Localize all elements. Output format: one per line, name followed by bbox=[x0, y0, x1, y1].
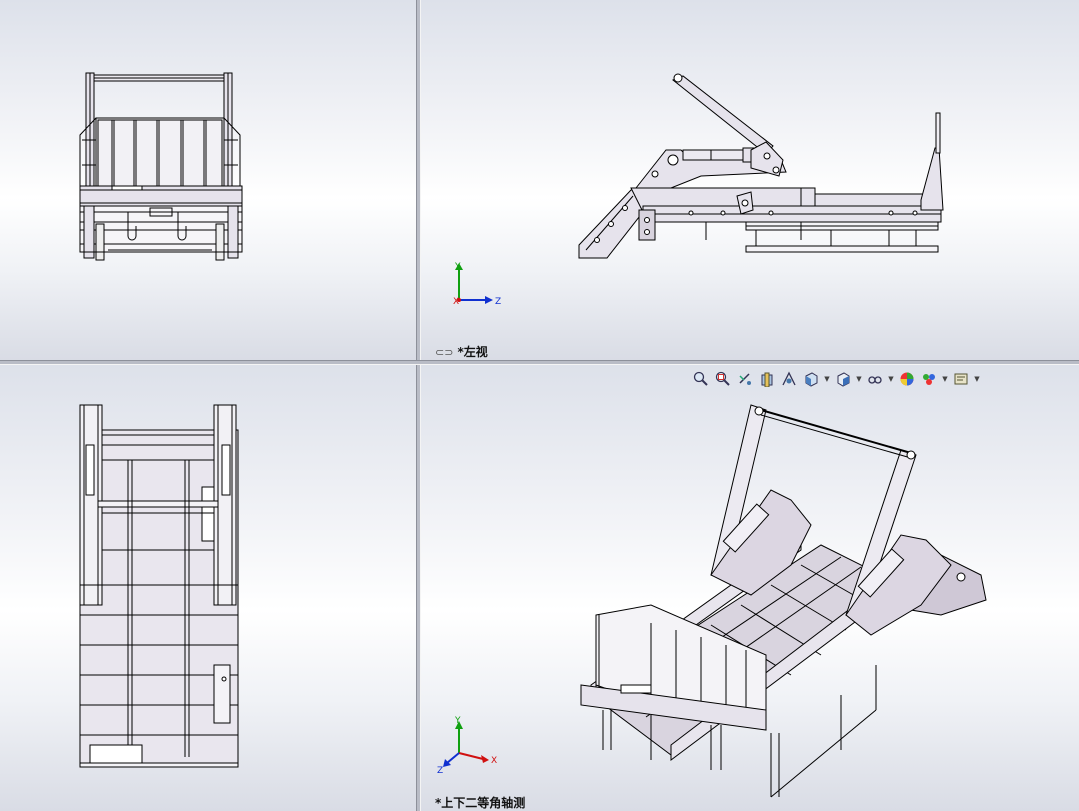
view-label-isometric: *上下二等角轴测 bbox=[435, 796, 526, 810]
triad-iso-x-label: X bbox=[491, 756, 497, 766]
coordinate-triad: Y Z X bbox=[453, 262, 501, 307]
link-views-icon[interactable]: ⊂⊃ bbox=[435, 346, 453, 359]
isometric-view-model[interactable] bbox=[421, 365, 1079, 811]
triad-x-label: X bbox=[453, 297, 459, 307]
coordinate-triad-iso: Y X Z bbox=[437, 716, 497, 775]
front-view-model[interactable] bbox=[0, 0, 416, 360]
viewport-left[interactable]: Y Z X ⊂⊃ *左视 bbox=[421, 0, 1079, 360]
viewport-isometric[interactable]: ▼ ▼ ▼ ▼ ▼ Y X Z *上下二等角轴测 bbox=[421, 365, 1079, 811]
triad-z-label: Z bbox=[495, 297, 501, 307]
viewport-front[interactable] bbox=[0, 0, 416, 360]
view-label-left: ⊂⊃ *左视 bbox=[435, 345, 488, 359]
viewport-splitter-vertical[interactable] bbox=[416, 0, 421, 811]
triad-iso-y-label: Y bbox=[454, 716, 461, 726]
viewport-top[interactable] bbox=[0, 365, 416, 811]
top-view-model[interactable] bbox=[0, 365, 416, 811]
triad-y-label: Y bbox=[454, 262, 461, 272]
viewport-splitter-horizontal[interactable] bbox=[0, 360, 1079, 365]
triad-iso-z-label: Z bbox=[437, 766, 443, 775]
